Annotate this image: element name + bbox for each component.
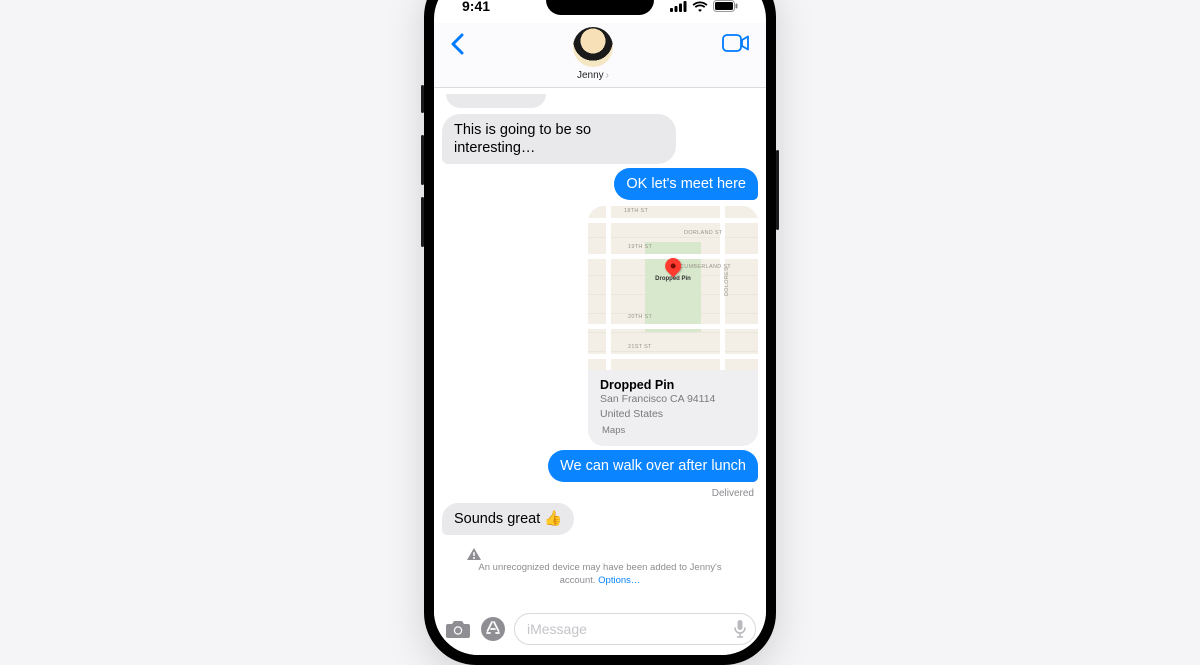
street-label: 19TH ST — [628, 244, 652, 250]
location-address-line1: San Francisco CA 94114 — [600, 393, 746, 407]
warning-options-link[interactable]: Options… — [598, 575, 640, 586]
cellular-signal-icon — [670, 1, 687, 12]
message-bubble[interactable]: OK let's meet here — [614, 168, 758, 200]
messages-list[interactable]: This is going to be so interesting… OK l… — [434, 88, 766, 609]
phone-volume-up — [421, 135, 424, 185]
wifi-icon — [692, 1, 708, 12]
contact-avatar — [573, 27, 613, 67]
message-bubble[interactable]: Sounds great 👍 — [442, 503, 574, 535]
delivery-status: Delivered — [442, 488, 758, 499]
message-row-outgoing: OK let's meet here — [442, 168, 758, 200]
battery-icon — [713, 0, 738, 12]
map-pin: Dropped Pin — [655, 258, 691, 282]
message-input-placeholder: iMessage — [527, 621, 587, 637]
message-bubble[interactable]: This is going to be so interesting… — [442, 114, 676, 164]
message-bubble[interactable]: We can walk over after lunch — [548, 450, 758, 482]
location-title: Dropped Pin — [600, 378, 746, 392]
street-label: 18TH ST — [624, 208, 648, 214]
phone-mute-switch — [421, 85, 424, 113]
screen: 9:41 Jenny › — [434, 0, 766, 655]
message-row-incoming: This is going to be so interesting… — [442, 114, 758, 164]
camera-button[interactable] — [444, 618, 472, 640]
conversation-header: Jenny › — [434, 23, 766, 88]
security-warning: An unrecognized device may have been add… — [442, 539, 758, 594]
location-address-line2: United States — [600, 408, 746, 422]
dictation-button[interactable] — [733, 619, 747, 639]
dynamic-island — [546, 0, 654, 15]
map-attachment-row: 18TH ST DORLAND ST 19TH ST CUMBERLAND ST… — [442, 204, 758, 445]
compose-bar: iMessage — [434, 609, 766, 655]
pin-icon — [662, 254, 685, 277]
warning-triangle-icon — [466, 547, 734, 561]
street-label: DOLORES — [724, 267, 730, 296]
street-label: DORLAND ST — [684, 230, 722, 236]
phone-side-button — [776, 150, 779, 230]
iphone-frame: 9:41 Jenny › — [424, 0, 776, 665]
message-row-outgoing: We can walk over after lunch — [442, 450, 758, 482]
facetime-button[interactable] — [718, 27, 754, 59]
message-row-incoming: Sounds great 👍 — [442, 503, 758, 535]
map-preview: 18TH ST DORLAND ST 19TH ST CUMBERLAND ST… — [588, 206, 758, 370]
message-input[interactable]: iMessage — [514, 613, 756, 645]
street-label: 21ST ST — [628, 344, 652, 350]
contact-info[interactable]: Jenny › — [468, 27, 718, 81]
status-time: 9:41 — [462, 0, 490, 14]
chevron-right-icon: › — [606, 70, 609, 81]
phone-volume-down — [421, 197, 424, 247]
location-attachment[interactable]: 18TH ST DORLAND ST 19TH ST CUMBERLAND ST… — [588, 206, 758, 445]
previous-bubble-peek — [446, 94, 546, 108]
location-source: Maps — [602, 425, 625, 436]
street-label: 20TH ST — [628, 314, 652, 320]
location-meta: Dropped Pin San Francisco CA 94114 Unite… — [588, 370, 758, 445]
contact-name-label: Jenny — [577, 70, 604, 81]
app-store-button[interactable] — [480, 616, 506, 642]
back-button[interactable] — [446, 27, 468, 61]
